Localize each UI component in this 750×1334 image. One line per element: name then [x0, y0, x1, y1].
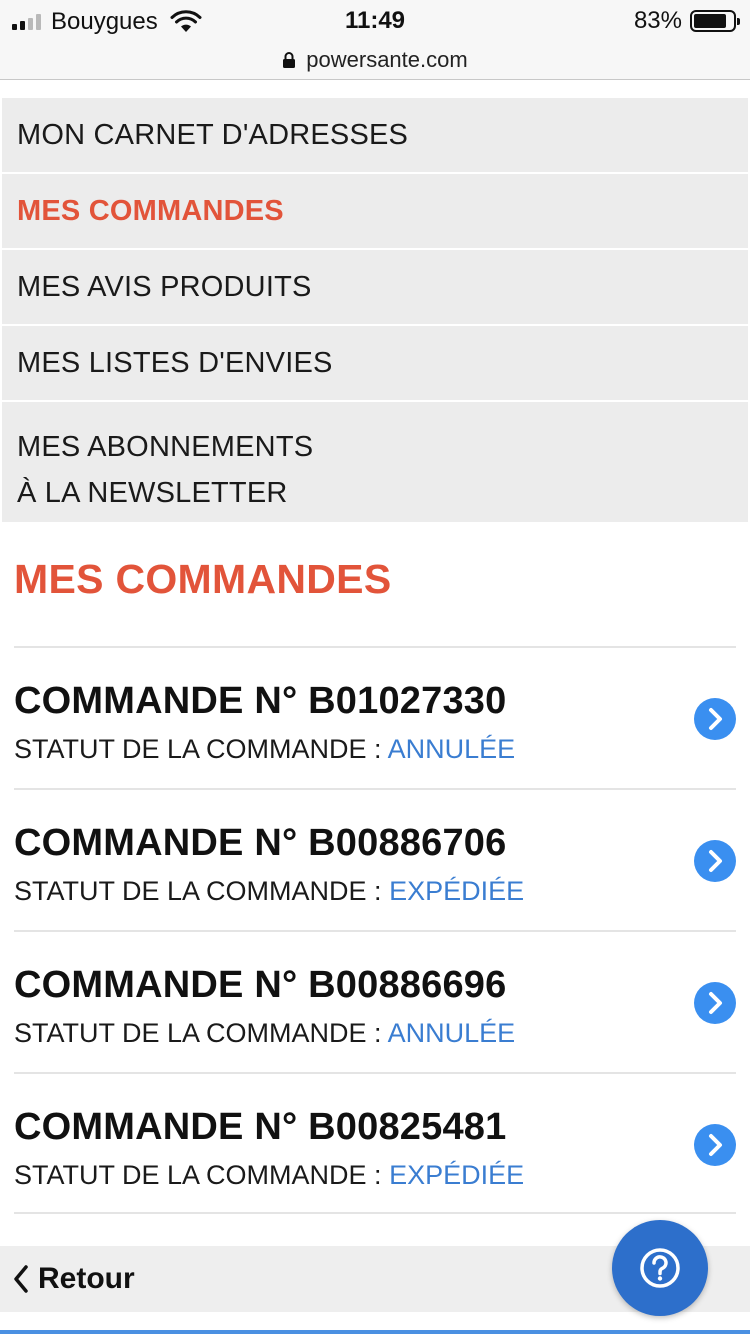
back-button[interactable]: Retour: [12, 1262, 135, 1296]
chevron-right-icon[interactable]: [694, 840, 736, 882]
menu-item-product-reviews[interactable]: MES AVIS PRODUITS: [2, 248, 748, 324]
chevron-right-icon[interactable]: [694, 1124, 736, 1166]
status-bar-right: 83%: [633, 7, 740, 35]
order-number: COMMANDE N° B00886706: [14, 822, 507, 864]
order-row[interactable]: COMMANDE N° B00886696 STATUT DE LA COMMA…: [14, 930, 736, 1072]
battery-level: [694, 14, 726, 28]
order-status-label: STATUT DE LA COMMANDE :: [14, 734, 382, 764]
order-status-line: STATUT DE LA COMMANDE : EXPÉDIÉE: [14, 1160, 524, 1191]
back-label: Retour: [38, 1262, 135, 1295]
order-status-value[interactable]: EXPÉDIÉE: [389, 876, 524, 906]
menu-item-label: MES COMMANDES: [17, 194, 284, 227]
chevron-left-icon: [14, 1265, 28, 1293]
battery-cap: [737, 18, 740, 25]
lock-icon: [283, 51, 296, 68]
order-status-line: STATUT DE LA COMMANDE : ANNULÉE: [14, 1018, 515, 1049]
menu-item-orders[interactable]: MES COMMANDES: [2, 172, 748, 248]
order-status-label: STATUT DE LA COMMANDE :: [14, 876, 382, 906]
battery-icon: [690, 10, 740, 32]
order-status-value[interactable]: ANNULÉE: [388, 734, 516, 764]
chevron-right-icon[interactable]: [694, 698, 736, 740]
menu-item-label: MES LISTES D'ENVIES: [17, 346, 333, 379]
order-status-value[interactable]: ANNULÉE: [388, 1018, 516, 1048]
chevron-right-icon[interactable]: [694, 982, 736, 1024]
url-text: powersante.com: [306, 46, 468, 72]
battery-percent: 83%: [633, 7, 682, 34]
order-status-label: STATUT DE LA COMMANDE :: [14, 1160, 382, 1190]
help-button[interactable]: [612, 1220, 708, 1316]
page-title: MES COMMANDES: [14, 556, 392, 602]
menu-item-label: MES AVIS PRODUITS: [17, 270, 312, 303]
menu-item-wishlists[interactable]: MES LISTES D'ENVIES: [2, 324, 748, 400]
order-status-label: STATUT DE LA COMMANDE :: [14, 1018, 382, 1048]
order-row[interactable]: COMMANDE N° B00825481 STATUT DE LA COMMA…: [14, 1072, 736, 1214]
orders-list: COMMANDE N° B01027330 STATUT DE LA COMMA…: [14, 646, 736, 1214]
menu-item-label: MON CARNET D'ADRESSES: [17, 118, 409, 151]
menu-item-newsletter[interactable]: MES ABONNEMENTS À LA NEWSLETTER: [2, 400, 748, 522]
order-row[interactable]: COMMANDE N° B00886706 STATUT DE LA COMMA…: [14, 788, 736, 930]
question-mark-icon: [640, 1248, 680, 1288]
bottom-accent-line: [0, 1330, 750, 1334]
order-row[interactable]: COMMANDE N° B01027330 STATUT DE LA COMMA…: [14, 646, 736, 788]
menu-item-label-line1: MES ABONNEMENTS: [17, 431, 314, 463]
order-number: COMMANDE N° B00825481: [14, 1106, 507, 1148]
menu-item-label-line2: À LA NEWSLETTER: [17, 477, 288, 509]
order-status-value[interactable]: EXPÉDIÉE: [389, 1160, 524, 1190]
address-bar[interactable]: powersante.com: [0, 40, 750, 80]
order-status-line: STATUT DE LA COMMANDE : ANNULÉE: [14, 734, 515, 765]
account-menu: MON CARNET D'ADRESSES MES COMMANDES MES …: [2, 96, 748, 522]
order-status-line: STATUT DE LA COMMANDE : EXPÉDIÉE: [14, 876, 524, 907]
status-bar: Bouygues 11:49 83%: [0, 0, 750, 40]
order-number: COMMANDE N° B00886696: [14, 964, 507, 1006]
menu-item-address-book[interactable]: MON CARNET D'ADRESSES: [2, 96, 748, 172]
order-number: COMMANDE N° B01027330: [14, 680, 507, 722]
